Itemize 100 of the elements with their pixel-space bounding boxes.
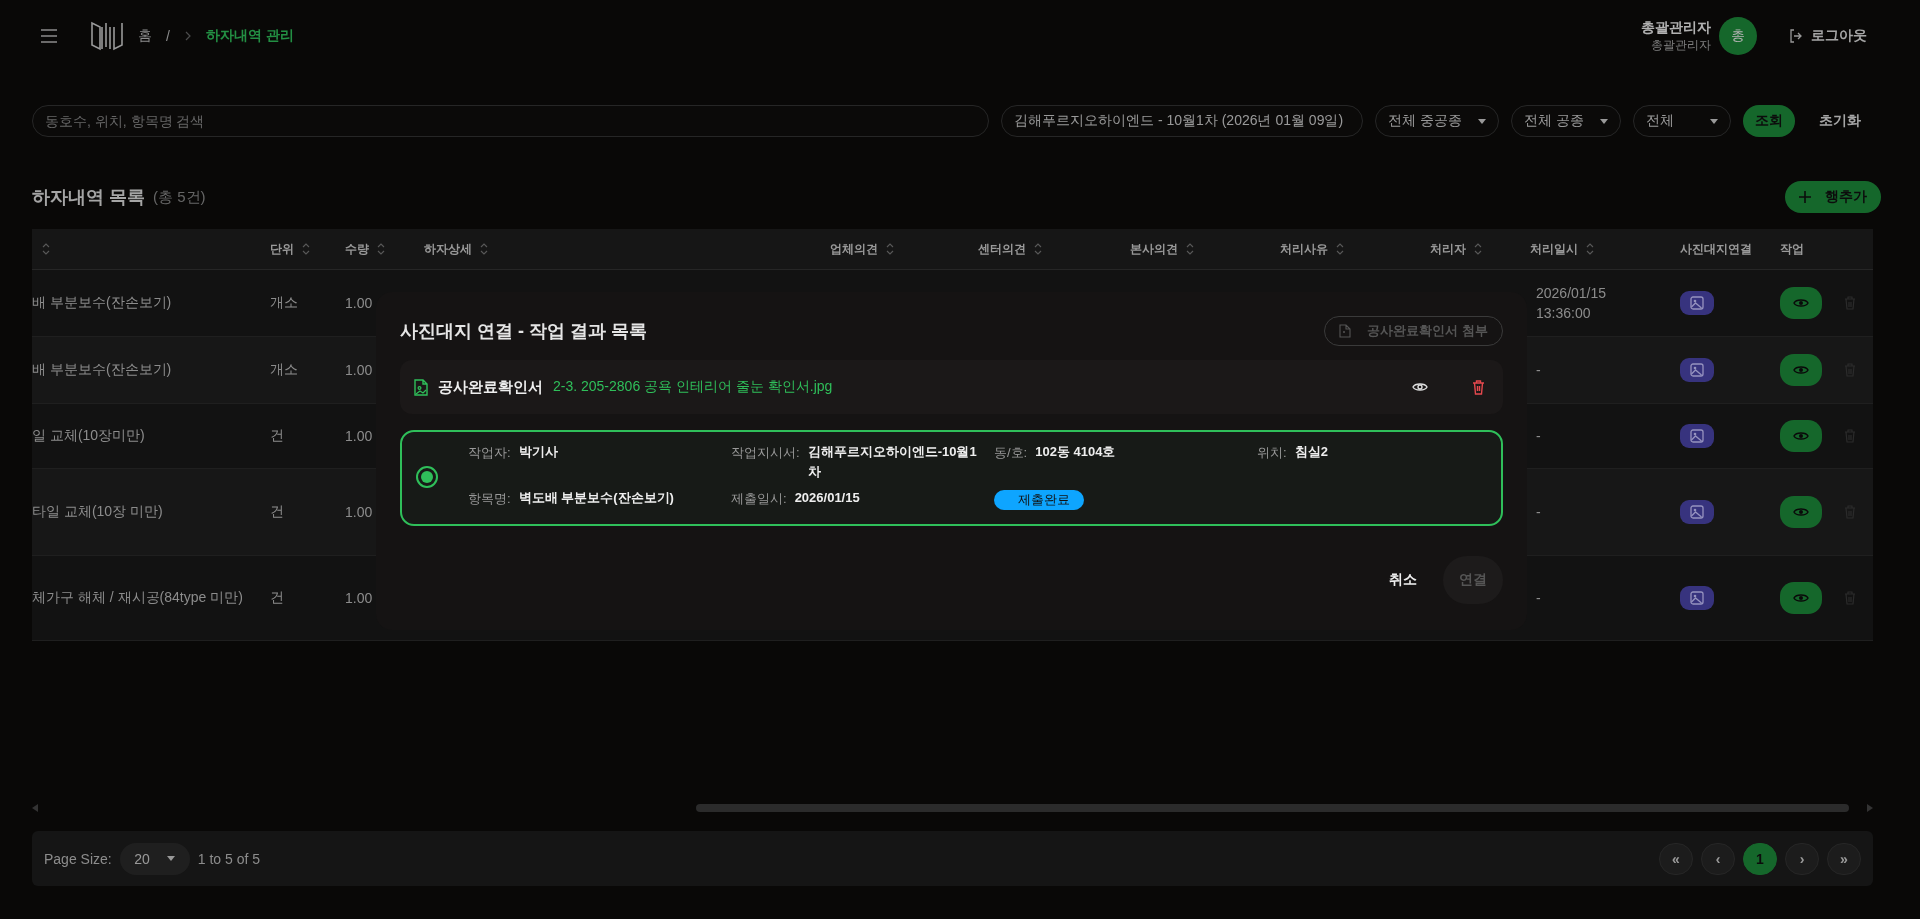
filter-dropdown[interactable]: 전체 중공종 bbox=[1375, 105, 1499, 137]
column-header[interactable]: 수량 bbox=[345, 240, 369, 258]
radio-button[interactable] bbox=[416, 466, 438, 488]
field-value: 2026/01/15 bbox=[794, 489, 860, 507]
column-header[interactable]: 단위 bbox=[270, 240, 294, 258]
photo-link-button[interactable] bbox=[1680, 500, 1714, 524]
first-page-button[interactable]: « bbox=[1659, 842, 1693, 875]
column-header[interactable]: 센터의견 bbox=[978, 240, 1026, 258]
sort-icon[interactable] bbox=[42, 243, 50, 255]
eye-icon bbox=[1793, 506, 1809, 518]
table-cell-text: 배 부분보수(잔손보기) bbox=[32, 361, 173, 379]
sort-icon[interactable] bbox=[1186, 243, 1194, 255]
view-button[interactable] bbox=[1780, 354, 1822, 386]
view-button[interactable] bbox=[1780, 287, 1822, 319]
table-cell-text: 개소 bbox=[270, 294, 299, 312]
user-avatar[interactable]: 총 bbox=[1719, 17, 1757, 55]
trash-icon[interactable] bbox=[1472, 379, 1485, 395]
column-header[interactable]: 본사의견 bbox=[1130, 240, 1178, 258]
image-icon bbox=[1690, 591, 1704, 605]
cancel-button[interactable]: 취소 bbox=[1383, 570, 1423, 590]
next-page-button[interactable]: › bbox=[1785, 842, 1819, 875]
file-name-link[interactable]: 2-3. 205-2806 공욕 인테리어 줄눈 확인서.jpg bbox=[553, 378, 833, 396]
breadcrumb-current: 하자내역 관리 bbox=[205, 27, 294, 45]
table-cell-text: 1.00 bbox=[345, 295, 374, 311]
table-cell-text: - bbox=[1536, 589, 1542, 608]
search-field[interactable]: 동호수, 위치, 항목명 검색 bbox=[32, 105, 989, 137]
logout-button[interactable]: 로그아웃 bbox=[1783, 26, 1873, 46]
image-file-icon bbox=[414, 378, 428, 396]
field-value: 102동 4104호 bbox=[1035, 443, 1116, 461]
table-cell-text: 타일 교체(10장 미만) bbox=[32, 503, 164, 521]
photo-link-button[interactable] bbox=[1680, 586, 1714, 610]
column-header[interactable]: 처리사유 bbox=[1280, 240, 1328, 258]
field-label: 작업자: bbox=[468, 444, 511, 462]
page-size-dropdown[interactable]: 20 bbox=[119, 842, 190, 875]
column-header[interactable]: 처리자 bbox=[1430, 240, 1466, 258]
sort-icon[interactable] bbox=[480, 243, 488, 255]
eye-icon bbox=[1793, 364, 1809, 376]
image-icon bbox=[1690, 505, 1704, 519]
view-button[interactable] bbox=[1780, 582, 1822, 614]
sort-icon[interactable] bbox=[1336, 243, 1344, 255]
sort-icon[interactable] bbox=[302, 243, 310, 255]
table-cell-text: 1.00 bbox=[345, 428, 374, 444]
field-value: 침실2 bbox=[1294, 443, 1328, 461]
horizontal-scrollbar[interactable] bbox=[696, 804, 1849, 812]
caret-icon bbox=[1710, 118, 1718, 124]
table-cell-text: 배 부분보수(잔손보기) bbox=[32, 294, 173, 312]
menu-icon[interactable] bbox=[40, 29, 58, 43]
table-cell-text: 13:36:00 bbox=[1536, 304, 1592, 323]
photo-link-button[interactable] bbox=[1680, 424, 1714, 448]
view-button[interactable] bbox=[1780, 496, 1822, 528]
caret-icon bbox=[1478, 118, 1486, 124]
result-card[interactable]: 작업자: 박기사 작업지시서: 김해푸르지오하이엔드-10월1차 동/호: 102동 4104호 위치: 침실2 항목명: 벽도배 부분보수(잔손보기) 제출일시: 2026/01/15 제출완료 bbox=[400, 430, 1503, 526]
column-header[interactable]: 하자상세 bbox=[424, 240, 472, 258]
chevron-icon bbox=[183, 31, 192, 41]
filter-dropdown[interactable]: 전체 공종 bbox=[1511, 105, 1621, 137]
photo-link-button[interactable] bbox=[1680, 291, 1714, 315]
file-icon bbox=[1339, 324, 1352, 338]
field-value: 김해푸르지오하이엔드-10월1차 bbox=[807, 443, 978, 481]
photo-link-button[interactable] bbox=[1680, 358, 1714, 382]
sort-icon[interactable] bbox=[1474, 243, 1482, 255]
user-name: 총괄관리자 bbox=[1641, 18, 1711, 37]
column-header[interactable]: 업체의견 bbox=[830, 240, 878, 258]
column-header[interactable]: 사진대지연결 bbox=[1680, 240, 1752, 258]
eye-icon bbox=[1793, 297, 1809, 309]
view-button[interactable] bbox=[1780, 420, 1822, 452]
field-label: 위치: bbox=[1257, 444, 1287, 462]
column-header[interactable]: 처리일시 bbox=[1530, 240, 1578, 258]
last-page-button[interactable]: » bbox=[1827, 842, 1861, 875]
sort-icon[interactable] bbox=[1034, 243, 1042, 255]
logout-icon bbox=[1789, 29, 1803, 43]
breadcrumb-separator: / bbox=[166, 28, 170, 44]
table-cell-text: 1.00 bbox=[345, 362, 374, 378]
image-icon bbox=[1690, 429, 1704, 443]
table-cell-text: 건 bbox=[270, 589, 285, 607]
field-label: 제출일시: bbox=[731, 490, 787, 508]
table-cell-text: 1.00 bbox=[345, 590, 374, 606]
image-icon bbox=[1690, 363, 1704, 377]
filter-dropdown[interactable]: 김해푸르지오하이엔드 - 10월1차 (2026년 01월 09일) bbox=[1001, 105, 1363, 137]
caret-icon bbox=[1600, 118, 1608, 124]
list-count: (총 5건) bbox=[153, 187, 206, 207]
reset-button[interactable]: 초기화 bbox=[1807, 105, 1873, 137]
scroll-left-icon[interactable] bbox=[32, 804, 38, 812]
file-label: 공사완료확인서 bbox=[438, 377, 543, 397]
filter-dropdown[interactable]: 전체 bbox=[1633, 105, 1731, 137]
table-cell-text: 2026/01/15 bbox=[1536, 284, 1608, 303]
sort-icon[interactable] bbox=[377, 243, 385, 255]
sort-icon[interactable] bbox=[886, 243, 894, 255]
breadcrumb-home[interactable]: 홈 bbox=[138, 27, 152, 45]
scroll-right-icon[interactable] bbox=[1867, 804, 1873, 812]
eye-icon bbox=[1793, 592, 1809, 604]
eye-icon[interactable] bbox=[1412, 381, 1428, 393]
column-header[interactable]: 작업 bbox=[1780, 240, 1804, 258]
table-cell-text: 건 bbox=[270, 503, 285, 521]
table-cell-text: 건 bbox=[270, 427, 285, 445]
page-range: 1 to 5 of 5 bbox=[197, 850, 260, 867]
page-size-label: Page Size: bbox=[44, 850, 112, 867]
previous-page-button[interactable]: ‹ bbox=[1701, 842, 1735, 875]
sort-icon[interactable] bbox=[1586, 243, 1594, 255]
table-cell-text: 개소 bbox=[270, 361, 299, 379]
table-cell-text: 체가구 해체 / 재시공(84type 미만) bbox=[32, 589, 244, 607]
